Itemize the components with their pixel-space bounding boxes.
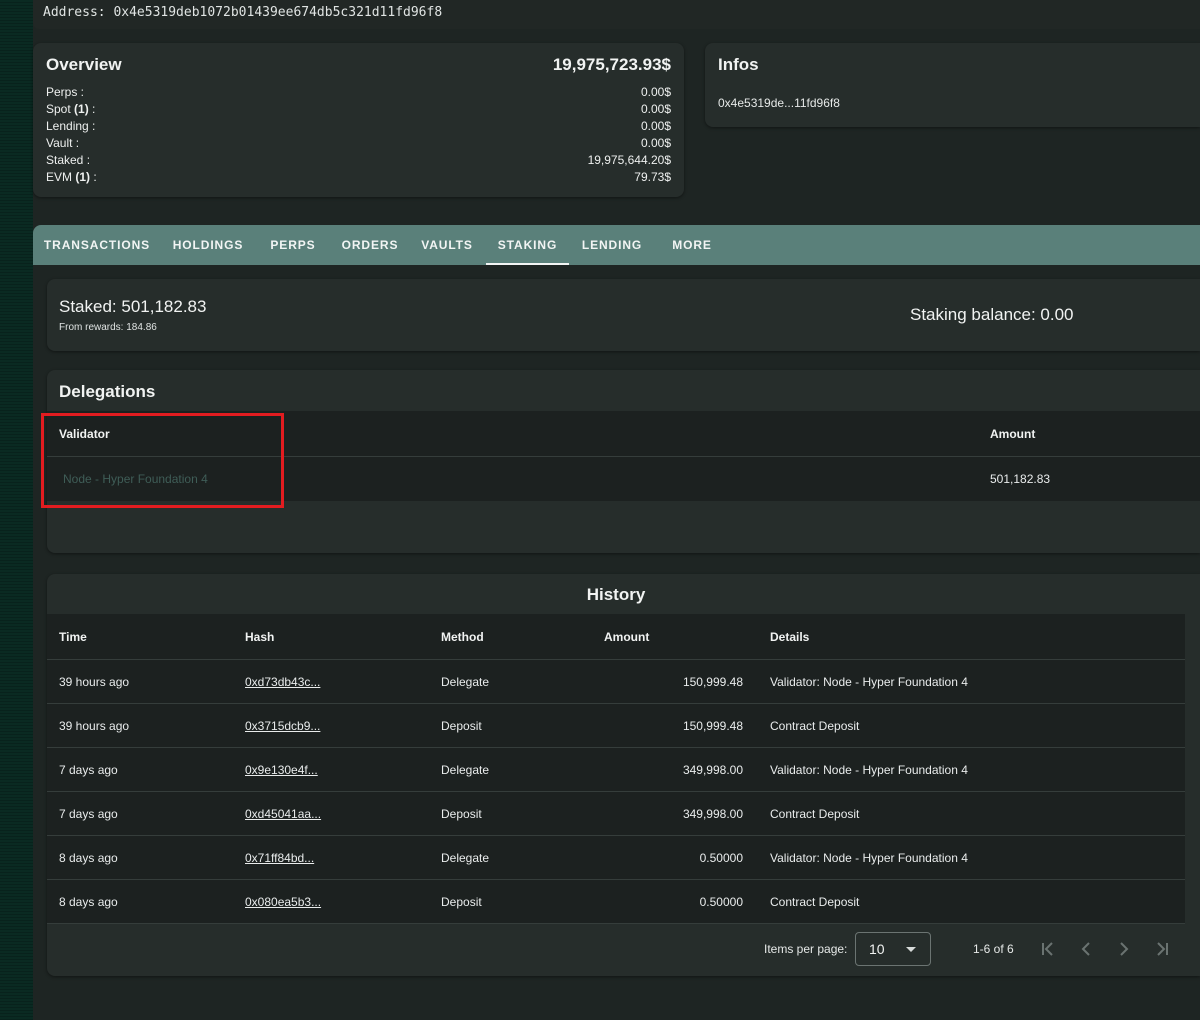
highlight-box: [41, 413, 284, 508]
column-hash: Hash: [245, 629, 275, 644]
staked-amount: Staked: 501,182.83: [59, 297, 207, 316]
overview-label: Staked :: [46, 153, 91, 167]
tab-more[interactable]: MORE: [655, 225, 729, 265]
overview-value: 0.00$: [640, 136, 671, 150]
table-row: 39 hours ago 0x3715dcb9... Deposit 150,9…: [47, 704, 1185, 748]
tab-transactions[interactable]: TRANSACTIONS: [33, 225, 161, 265]
row-details: Validator: Node - Hyper Foundation 4: [770, 762, 968, 777]
overview-label: Vault :: [46, 136, 80, 150]
row-method: Delegate: [441, 674, 490, 689]
pagination-range: 1-6 of 6: [973, 942, 1014, 956]
overview-value: 0.00$: [640, 102, 671, 116]
row-amount: 349,998.00: [682, 806, 743, 821]
items-per-page-label: Items per page:: [764, 942, 848, 956]
row-hash-link[interactable]: 0x9e130e4f...: [245, 763, 318, 777]
history-table: Time Hash Method Amount Details 39 hours…: [47, 614, 1185, 924]
row-hash-link[interactable]: 0xd45041aa...: [245, 807, 321, 821]
row-time: 7 days ago: [59, 806, 118, 821]
infos-address[interactable]: 0x4e5319de...11fd96f8: [718, 96, 840, 110]
address-text: Address: 0x4e5319deb1072b01439ee674db5c3…: [43, 5, 443, 20]
row-time: 7 days ago: [59, 762, 118, 777]
column-amount: Amount: [990, 427, 1036, 441]
row-hash-link[interactable]: 0xd73db43c...: [245, 675, 320, 689]
delegations-title: Delegations: [59, 382, 156, 401]
overview-label: Perps :: [46, 85, 85, 99]
history-header-row: Time Hash Method Amount Details: [47, 614, 1185, 660]
row-time: 8 days ago: [59, 850, 118, 865]
overview-row-vault: Vault : 0.00$: [46, 136, 671, 153]
table-row: 8 days ago 0x71ff84bd... Delegate 0.5000…: [47, 836, 1185, 880]
delegation-amount: 501,182.83: [990, 472, 1051, 486]
tab-orders[interactable]: ORDERS: [331, 225, 409, 265]
first-page-icon[interactable]: [1037, 938, 1059, 960]
pagination: Items per page: 10 1-6 of 6: [47, 932, 1185, 966]
row-details: Contract Deposit: [770, 718, 860, 733]
infos-title: Infos: [718, 55, 759, 74]
previous-page-icon[interactable]: [1075, 938, 1097, 960]
row-amount: 0.50000: [699, 850, 743, 865]
overview-row-lending: Lending : 0.00$: [46, 119, 671, 136]
items-per-page-select[interactable]: 10: [855, 932, 931, 966]
overview-value: 0.00$: [640, 85, 671, 99]
overview-row-staked: Staked : 19,975,644.20$: [46, 153, 671, 170]
overview-total: 19,975,723.93$: [552, 55, 671, 74]
tab-holdings[interactable]: HOLDINGS: [161, 225, 255, 265]
overview-label: EVM (1) :: [46, 170, 97, 184]
row-details: Validator: Node - Hyper Foundation 4: [770, 674, 968, 689]
row-method: Delegate: [441, 762, 490, 777]
table-row: 7 days ago 0x9e130e4f... Delegate 349,99…: [47, 748, 1185, 792]
address-bar: Address: 0x4e5319deb1072b01439ee674db5c3…: [33, 0, 1200, 29]
caret-down-icon: [906, 947, 916, 952]
column-amount: Amount: [604, 629, 650, 644]
overview-row-perps: Perps : 0.00$: [46, 85, 671, 102]
infos-card: Infos 0x4e5319de...11fd96f8: [705, 43, 1200, 127]
row-method: Delegate: [441, 850, 490, 865]
column-details: Details: [770, 629, 810, 644]
row-time: 39 hours ago: [59, 718, 130, 733]
row-method: Deposit: [441, 894, 482, 909]
overview-card: Overview 19,975,723.93$ Perps : 0.00$ Sp…: [33, 43, 684, 197]
staking-balance: Staking balance: 0.00: [910, 305, 1074, 324]
overview-title: Overview: [46, 55, 122, 74]
staking-summary-card: Staked: 501,182.83 From rewards: 184.86 …: [47, 279, 1200, 351]
overview-label: Spot (1) :: [46, 102, 96, 116]
table-row: 7 days ago 0xd45041aa... Deposit 349,998…: [47, 792, 1185, 836]
overview-row-evm: EVM (1) : 79.73$: [46, 170, 671, 187]
row-hash-link[interactable]: 0x3715dcb9...: [245, 719, 320, 733]
row-details: Validator: Node - Hyper Foundation 4: [770, 850, 968, 865]
row-details: Contract Deposit: [770, 806, 860, 821]
tab-perps[interactable]: PERPS: [255, 225, 331, 265]
row-method: Deposit: [441, 806, 482, 821]
overview-value: 19,975,644.20$: [587, 153, 671, 167]
next-page-icon[interactable]: [1113, 938, 1135, 960]
history-title: History: [586, 585, 646, 604]
tab-vaults[interactable]: VAULTS: [409, 225, 485, 265]
table-row: 8 days ago 0x080ea5b3... Deposit 0.50000…: [47, 880, 1185, 924]
row-amount: 150,999.48: [682, 718, 743, 733]
row-amount: 150,999.48: [682, 674, 743, 689]
overview-label: Lending :: [46, 119, 96, 133]
column-method: Method: [441, 629, 484, 644]
row-amount: 0.50000: [699, 894, 743, 909]
row-time: 8 days ago: [59, 894, 118, 909]
last-page-icon[interactable]: [1151, 938, 1173, 960]
tab-bar: TRANSACTIONS HOLDINGS PERPS ORDERS VAULT…: [33, 225, 1200, 265]
history-card: History Time Hash Method Amount Details …: [47, 574, 1200, 976]
tab-staking[interactable]: STAKING: [486, 225, 569, 265]
overview-row-spot: Spot (1) : 0.00$: [46, 102, 671, 119]
table-row: 39 hours ago 0xd73db43c... Delegate 150,…: [47, 660, 1185, 704]
tab-lending[interactable]: LENDING: [569, 225, 655, 265]
row-method: Deposit: [441, 718, 482, 733]
row-details: Contract Deposit: [770, 894, 860, 909]
row-hash-link[interactable]: 0x71ff84bd...: [245, 851, 314, 865]
items-per-page-value: 10: [869, 941, 885, 957]
column-time: Time: [59, 629, 87, 644]
staked-from-rewards: From rewards: 184.86: [59, 322, 157, 333]
overview-value: 79.73$: [634, 170, 671, 184]
overview-value: 0.00$: [640, 119, 671, 133]
row-time: 39 hours ago: [59, 674, 130, 689]
overview-rows: Perps : 0.00$ Spot (1) : 0.00$ Lending :…: [46, 85, 671, 187]
row-amount: 349,998.00: [682, 762, 743, 777]
row-hash-link[interactable]: 0x080ea5b3...: [245, 895, 321, 909]
